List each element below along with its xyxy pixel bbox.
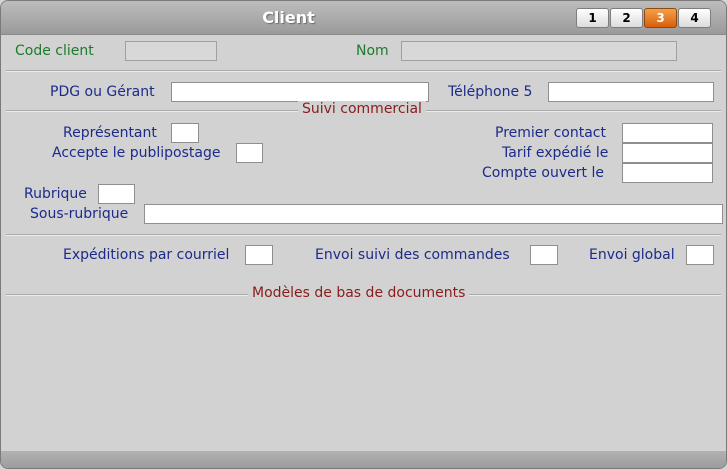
expeditions-courriel-field[interactable] <box>245 245 273 265</box>
rubrique-field[interactable] <box>98 184 135 204</box>
premier-contact-label: Premier contact <box>495 125 606 141</box>
tarif-expedie-label: Tarif expédié le <box>502 145 609 161</box>
rubrique-label: Rubrique <box>24 186 87 202</box>
client-window: Client 1 2 3 4 Code client Nom PDG ou Gé… <box>0 0 727 469</box>
code-client-label: Code client <box>15 43 94 59</box>
title-bar: Client 1 2 3 4 <box>1 1 726 35</box>
sous-rubrique-label: Sous-rubrique <box>30 206 129 222</box>
separator <box>6 70 721 72</box>
envoi-suivi-commandes-field[interactable] <box>530 245 558 265</box>
telephone-field[interactable] <box>548 82 714 102</box>
separator <box>6 234 721 236</box>
nom-field[interactable] <box>401 41 677 61</box>
tarif-expedie-field[interactable] <box>622 143 713 163</box>
bottom-bar <box>1 451 726 468</box>
premier-contact-field[interactable] <box>622 123 713 143</box>
tab-page-1[interactable]: 1 <box>576 8 609 28</box>
pdg-label: PDG ou Gérant <box>50 84 155 100</box>
telephone-label: Téléphone 5 <box>448 84 533 100</box>
envoi-global-field[interactable] <box>686 245 714 265</box>
publipostage-label: Accepte le publipostage <box>52 145 221 161</box>
suivi-commercial-heading: Suivi commercial <box>298 101 426 117</box>
representant-label: Représentant <box>63 125 157 141</box>
publipostage-field[interactable] <box>236 143 263 163</box>
page-tabs: 1 2 3 4 <box>576 8 711 30</box>
compte-ouvert-field[interactable] <box>622 163 713 183</box>
tab-page-3[interactable]: 3 <box>644 8 677 28</box>
window-title: Client <box>262 8 315 27</box>
compte-ouvert-label: Compte ouvert le <box>482 165 604 181</box>
code-client-field[interactable] <box>125 41 217 61</box>
tab-page-4[interactable]: 4 <box>678 8 711 28</box>
pdg-field[interactable] <box>171 82 429 102</box>
sous-rubrique-field[interactable] <box>144 204 723 224</box>
modeles-heading: Modèles de bas de documents <box>248 285 470 301</box>
envoi-global-label: Envoi global <box>589 247 675 263</box>
expeditions-courriel-label: Expéditions par courriel <box>63 247 230 263</box>
envoi-suivi-commandes-label: Envoi suivi des commandes <box>315 247 510 263</box>
tab-page-2[interactable]: 2 <box>610 8 643 28</box>
nom-label: Nom <box>356 43 389 59</box>
representant-field[interactable] <box>171 123 199 143</box>
